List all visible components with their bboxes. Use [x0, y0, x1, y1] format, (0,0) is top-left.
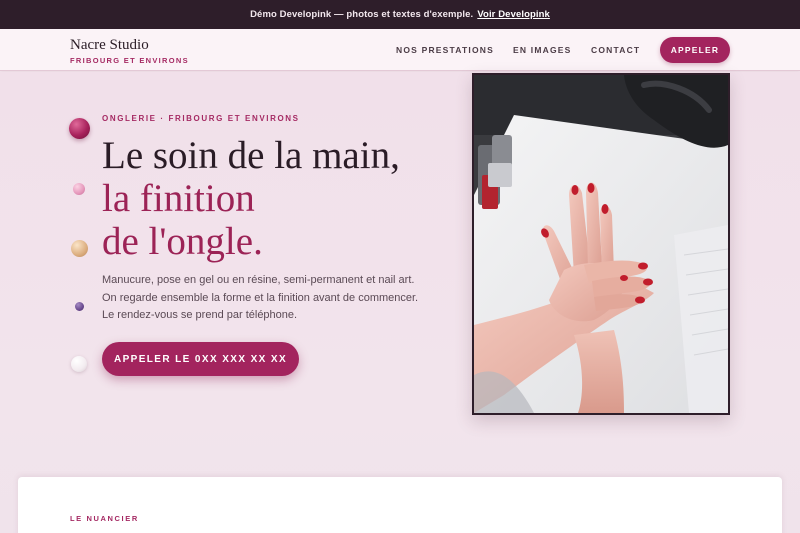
nav-link-images[interactable]: EN IMAGES	[513, 45, 572, 55]
demo-banner: Démo Developink — photos et textes d'exe…	[0, 0, 800, 29]
headline-line-2: la finition	[102, 177, 255, 220]
headline-line-1: Le soin de la main,	[102, 134, 400, 177]
brand-logo[interactable]: Nacre Studio FRIBOURG ET ENVIRONS	[70, 37, 189, 65]
hero-eyebrow: ONGLERIE · FRIBOURG ET ENVIRONS	[102, 114, 300, 123]
nav-link-contact[interactable]: CONTACT	[591, 45, 640, 55]
polish-bead-icon	[69, 118, 90, 139]
headline-line-3: de l'ongle.	[102, 220, 263, 263]
hero-call-button[interactable]: APPELER LE 0XX XXX XX XX	[102, 342, 299, 376]
hero-intro: Manucure, pose en gel ou en résine, semi…	[102, 274, 419, 321]
site-header: Nacre Studio FRIBOURG ET ENVIRONS NOS PR…	[0, 29, 800, 71]
polish-bead-icon	[73, 183, 85, 195]
nuancier-section: LE NUANCIER	[18, 477, 782, 533]
demo-banner-link[interactable]: Voir Developink	[477, 9, 550, 20]
section-label: LE NUANCIER	[70, 514, 139, 523]
hero-headline: Le soin de la main, la finition de l'ong…	[102, 134, 400, 263]
header-call-button[interactable]: APPELER	[660, 37, 730, 63]
brand-name: Nacre Studio	[70, 37, 149, 53]
polish-bead-icon	[71, 240, 88, 257]
manicure-photo	[474, 75, 728, 413]
brand-tagline: FRIBOURG ET ENVIRONS	[70, 56, 189, 65]
nav-link-prestations[interactable]: NOS PRESTATIONS	[396, 45, 494, 55]
demo-banner-text: Démo Developink — photos et textes d'exe…	[250, 9, 474, 20]
hero-photo	[472, 73, 730, 415]
polish-bead-icon	[71, 356, 87, 372]
polish-bead-icon	[75, 302, 84, 311]
